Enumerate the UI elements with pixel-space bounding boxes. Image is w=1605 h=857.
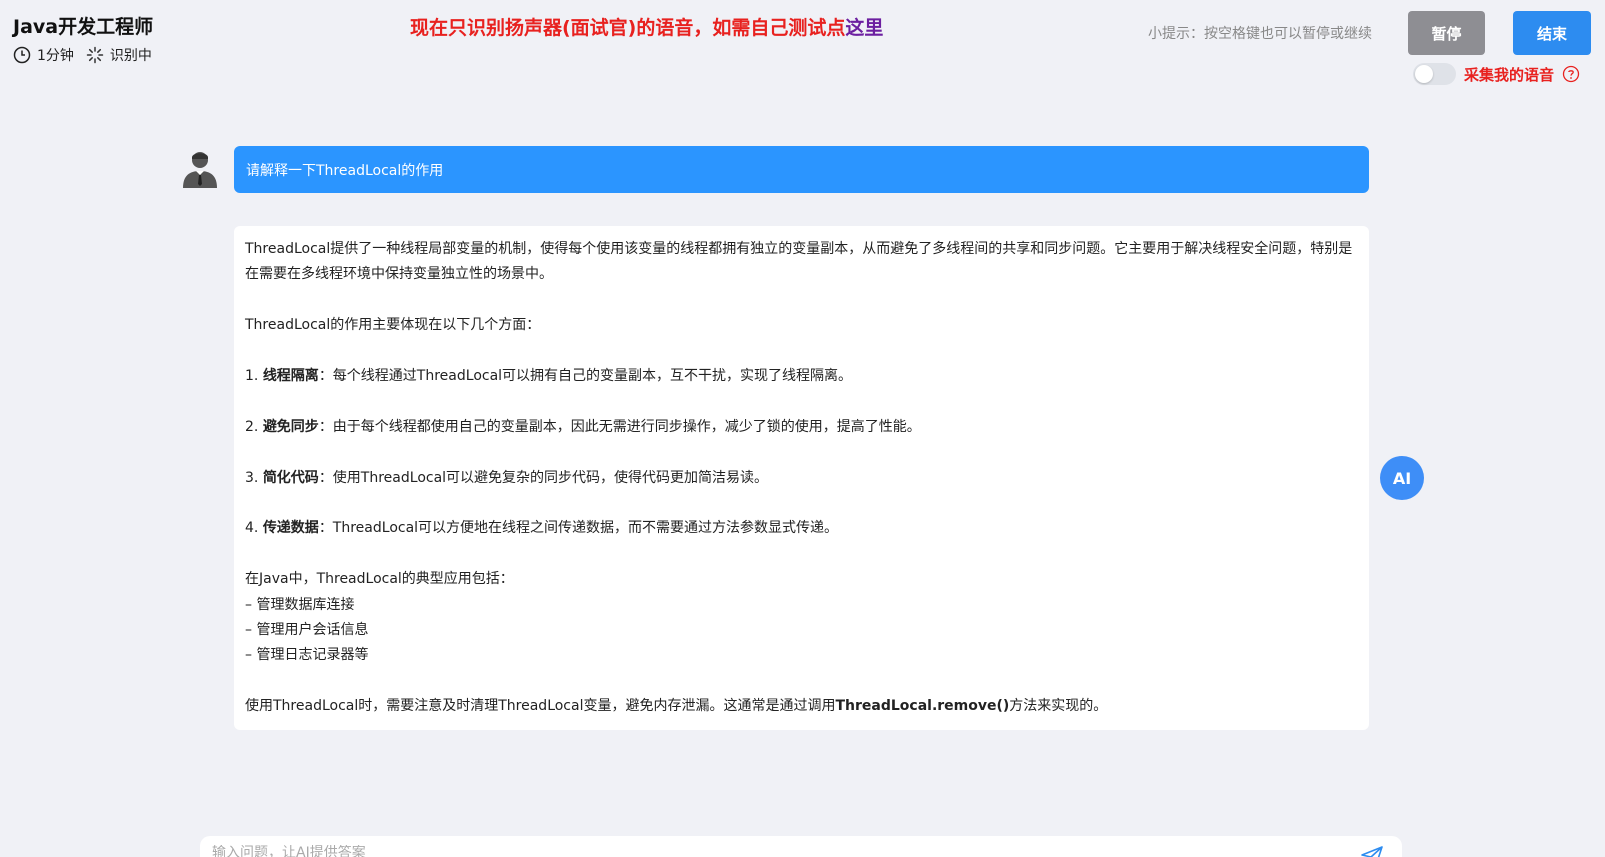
answer-use-item: – 管理日志记录器等 [245, 647, 369, 664]
loading-icon [86, 46, 104, 64]
notice-link[interactable]: 这里 [845, 17, 883, 39]
point-number: 1. [245, 368, 259, 384]
collect-voice-control: 采集我的语音 [1413, 63, 1580, 85]
question-input[interactable] [212, 845, 1312, 857]
help-circle-icon[interactable] [1562, 65, 1580, 83]
answer-java-lead: 在Java中，ThreadLocal的典型应用包括： [245, 571, 514, 588]
status-item: 识别中 [86, 45, 152, 65]
closing-pre: 使用ThreadLocal时，需要注意及时清理ThreadLocal变量，避免内… [245, 698, 836, 715]
status-text: 识别中 [109, 48, 152, 64]
end-button[interactable]: 结束 [1513, 11, 1591, 55]
answer-point: 1. 线程隔离：每个线程通过ThreadLocal可以拥有自己的变量副本，互不干… [245, 364, 1357, 389]
collect-voice-label: 采集我的语音 [1464, 65, 1555, 84]
clock-icon [13, 46, 31, 64]
answer-use-item: – 管理用户会话信息 [245, 622, 369, 638]
point-text: ：每个线程通过ThreadLocal可以拥有自己的变量副本，互不干扰，实现了线程… [318, 368, 853, 384]
point-title: 避免同步 [262, 418, 319, 435]
notice-text: 现在只识别扬声器(面试官)的语音，如需自己测试点 [410, 17, 846, 39]
point-text: ：由于每个线程都使用自己的变量副本，因此无需进行同步操作，减少了锁的使用，提高了… [318, 418, 921, 435]
point-number: 3. [245, 469, 259, 486]
question-input-bar [200, 836, 1402, 857]
answer-use-item: – 管理数据库连接 [245, 596, 355, 613]
duration-item: 1分钟 [13, 45, 74, 65]
speaker-notice: 现在只识别扬声器(面试官)的语音，如需自己测试点这里 [410, 13, 883, 40]
point-text: ：ThreadLocal可以方便地在线程之间传递数据，而不需要通过方法参数显式传… [318, 520, 839, 537]
send-icon[interactable] [1360, 844, 1384, 857]
keyboard-tip: 小提示：按空格键也可以暂停或继续 [1148, 26, 1372, 42]
pause-button[interactable]: 暂停 [1408, 11, 1485, 55]
ai-avatar: AI [1380, 456, 1424, 500]
page-title: Java开发工程师 [13, 16, 154, 38]
collect-voice-toggle[interactable] [1413, 63, 1456, 85]
question-bubble: 请解释一下ThreadLocal的作用 [234, 146, 1369, 193]
point-title: 传递数据 [262, 520, 319, 537]
answer-intro: ThreadLocal提供了一种线程局部变量的机制，使得每个使用该变量的线程都拥… [245, 241, 1353, 283]
answer-point: 3. 简化代码：使用ThreadLocal可以避免复杂的同步代码，使得代码更加简… [245, 466, 1357, 491]
toggle-knob [1415, 65, 1433, 83]
session-meta: 1分钟 识别中 [13, 45, 164, 65]
point-title: 简化代码 [262, 469, 319, 486]
answer-bubble: ThreadLocal提供了一种线程局部变量的机制，使得每个使用该变量的线程都拥… [234, 226, 1369, 730]
answer-closing: 使用ThreadLocal时，需要注意及时清理ThreadLocal变量，避免内… [245, 694, 1357, 719]
point-number: 4. [245, 520, 259, 537]
closing-code: ThreadLocal.remove() [835, 698, 1010, 715]
point-title: 线程隔离 [262, 368, 319, 384]
answer-point: 2. 避免同步：由于每个线程都使用自己的变量副本，因此无需进行同步操作，减少了锁… [245, 415, 1357, 440]
point-text: ：使用ThreadLocal可以避免复杂的同步代码，使得代码更加简洁易读。 [318, 469, 769, 486]
closing-post: 方法来实现的。 [1009, 698, 1108, 715]
point-number: 2. [245, 418, 259, 435]
answer-lead: ThreadLocal的作用主要体现在以下几个方面： [245, 317, 541, 334]
answer-point: 4. 传递数据：ThreadLocal可以方便地在线程之间传递数据，而不需要通过… [245, 516, 1357, 541]
duration-text: 1分钟 [37, 48, 74, 64]
user-avatar-icon [181, 148, 219, 188]
